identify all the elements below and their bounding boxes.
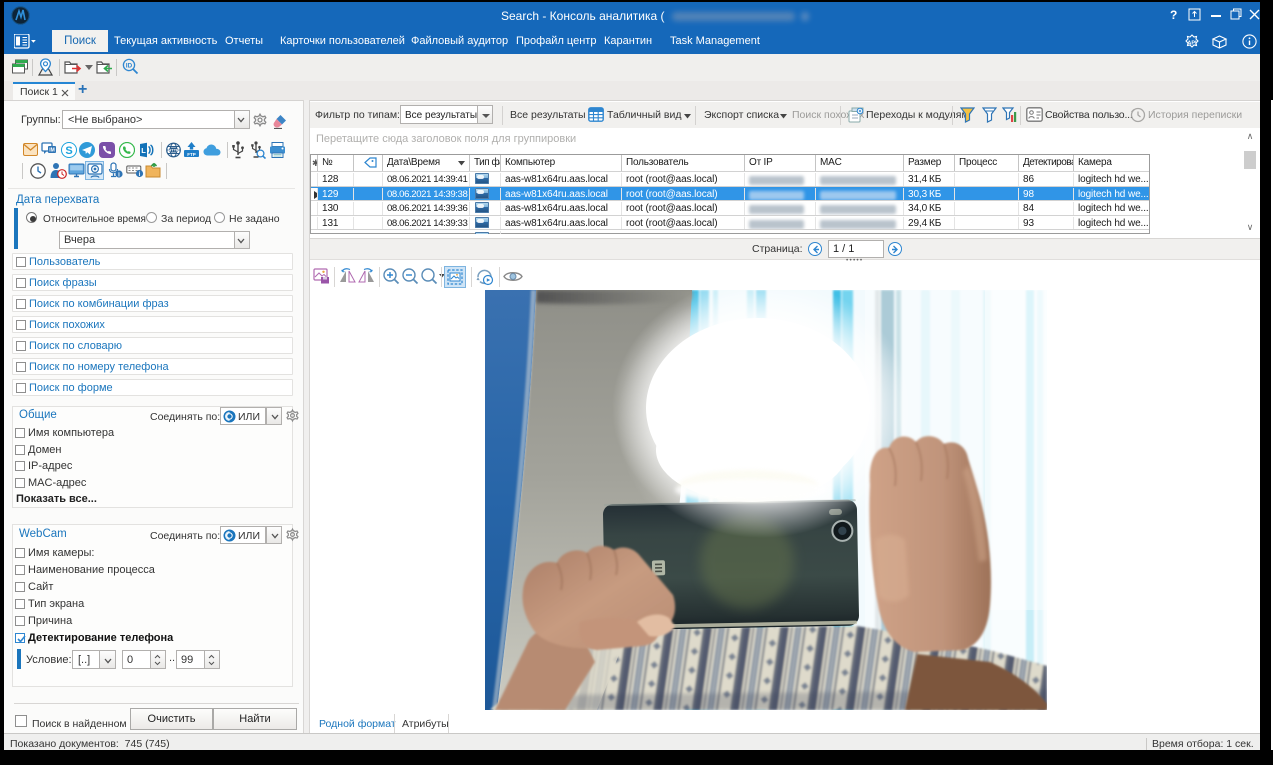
- svg-text:API: API: [1187, 41, 1197, 47]
- svg-text:HTTP: HTTP: [168, 148, 179, 153]
- svg-text:IM: IM: [49, 148, 55, 154]
- svg-text:L: L: [141, 146, 146, 155]
- svg-text:ID: ID: [126, 63, 133, 70]
- svg-text:S: S: [65, 145, 72, 157]
- svg-text:FTP: FTP: [187, 152, 196, 157]
